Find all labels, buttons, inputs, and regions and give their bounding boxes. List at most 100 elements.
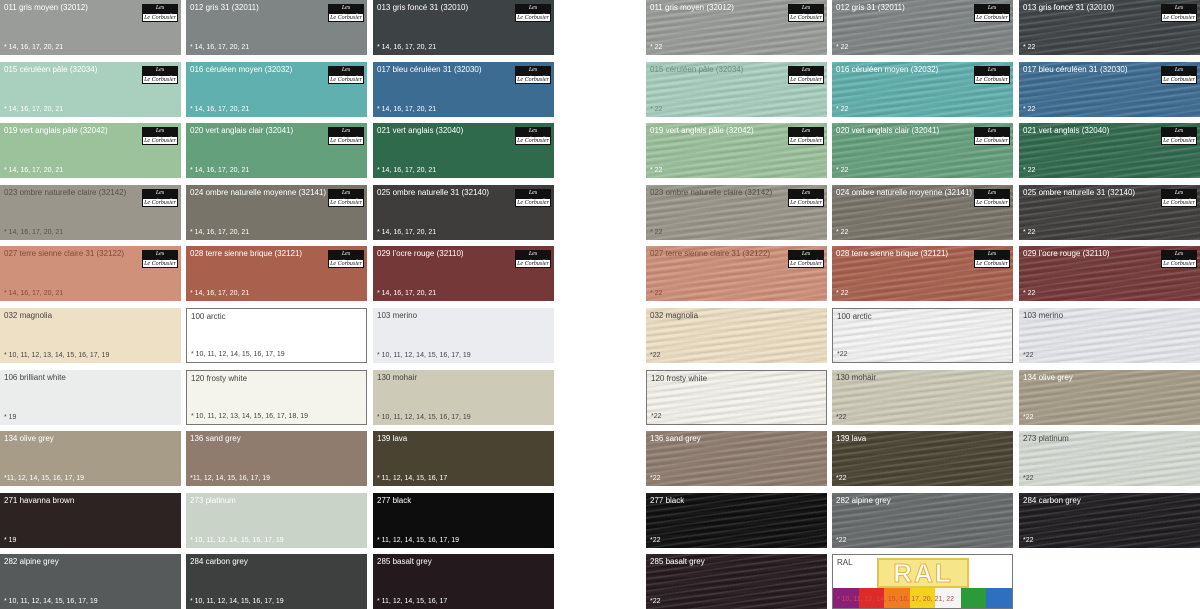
swatch-codes: * 10, 11, 12, 14, 15, 16, 17, 19: [4, 598, 98, 605]
swatch-codes: * 14, 16, 17, 20, 21: [190, 290, 250, 297]
swatch-282-alpine-grey[interactable]: 282 alpine grey * 10, 11, 12, 14, 15, 16,…: [0, 554, 181, 609]
swatch-134-olive-grey[interactable]: 134 olive grey *22: [1019, 370, 1200, 425]
swatch-011-gris-moyen-32012[interactable]: 011 gris moyen (32012) * 22 Les Couleurs®L…: [646, 0, 827, 55]
badge-top: Les Couleurs®: [974, 66, 1010, 82]
swatch-name: 120 frosty white: [651, 374, 708, 383]
swatch-029-l-ocre-rouge-32110[interactable]: 029 l’ocre rouge (32110) * 14, 16, 17, 20…: [373, 246, 554, 301]
badge-bottom: Le Corbusier: [974, 75, 1010, 84]
badge-top: Les Couleurs®: [515, 250, 551, 266]
swatch-codes: *22: [836, 414, 847, 421]
swatch-285-basalt-grey[interactable]: 285 basalt grey *22: [646, 554, 827, 609]
le-corbusier-badge: Les Couleurs®Le Corbusier: [788, 189, 824, 207]
swatch-277-black[interactable]: 277 black * 11, 12, 14, 15, 16, 17, 19: [373, 493, 554, 548]
swatch-codes: * 22: [650, 167, 663, 174]
swatch-name: 106 brilliant white: [4, 373, 66, 382]
swatch-028-terre-sienne-brique-32121[interactable]: 028 terre sienne brique (32121) * 14, 16,…: [186, 246, 367, 301]
swatch-013-gris-fonc-31-32010[interactable]: 013 gris foncé 31 (32010) * 14, 16, 17, 2…: [373, 0, 554, 55]
badge-top: Les Couleurs®: [1161, 189, 1197, 205]
swatch-100-arctic[interactable]: 100 arctic * 10, 11, 12, 14, 15, 16, 17, …: [186, 308, 367, 363]
swatch-024-ombre-naturelle-moyenne-32141[interactable]: 024 ombre naturelle moyenne (32141) * 22 L…: [832, 185, 1013, 240]
swatch-codes: *22: [650, 352, 661, 359]
badge-top: Les Couleurs®: [974, 4, 1010, 20]
swatch-103-merino[interactable]: 103 merino * 10, 11, 12, 14, 15, 16, 17, …: [373, 308, 554, 363]
swatch-012-gris-31-32011[interactable]: 012 gris 31 (32011) * 14, 16, 17, 20, 21 L…: [186, 0, 367, 55]
le-corbusier-badge: Les Couleurs®Le Corbusier: [515, 189, 551, 207]
swatch-ral[interactable]: RAL RAL * 10, 11, 12, 14, 15, 16, 17, 20, …: [832, 554, 1013, 609]
swatch-name: 130 mohair: [377, 373, 418, 382]
swatch-017-bleu-c-rul-en-31-32030[interactable]: 017 bleu céruléen 31 (32030) * 22 Les Coul…: [1019, 62, 1200, 117]
swatch-120-frosty-white[interactable]: 120 frosty white * 10, 11, 12, 13, 14, 15…: [186, 370, 367, 425]
swatch-019-vert-anglais-p-le-32042[interactable]: 019 vert anglais pâle (32042) * 22 Les Cou…: [646, 123, 827, 178]
swatch-032-magnolia[interactable]: 032 magnolia * 10, 11, 12, 13, 14, 15, 16…: [0, 308, 181, 363]
swatch-013-gris-fonc-31-32010[interactable]: 013 gris foncé 31 (32010) * 22 Les Couleur…: [1019, 0, 1200, 55]
swatch-024-ombre-naturelle-moyenne-32141[interactable]: 024 ombre naturelle moyenne (32141) * 14,…: [186, 185, 367, 240]
swatch-130-mohair[interactable]: 130 mohair * 10, 11, 12, 14, 15, 16, 17, …: [373, 370, 554, 425]
swatch-032-magnolia[interactable]: 032 magnolia *22: [646, 308, 827, 363]
swatch-name: 021 vert anglais (32040): [1023, 126, 1110, 135]
swatch-027-terre-sienne-claire-31-32122[interactable]: 027 terre sienne claire 31 (32122) * 14, …: [0, 246, 181, 301]
swatch-015-c-rul-en-p-le-32034[interactable]: 015 céruléen pâle (32034) * 14, 16, 17, 2…: [0, 62, 181, 117]
swatch-name: 019 vert anglais pâle (32042): [650, 126, 754, 135]
swatch-273-platinum[interactable]: 273 platinum *22: [1019, 431, 1200, 486]
swatch-284-carbon-grey[interactable]: 284 carbon grey * 10, 11, 12, 14, 15, 16,…: [186, 554, 367, 609]
swatch-016-c-rul-en-moyen-32032[interactable]: 016 céruléen moyen (32032) * 22 Les Couleu…: [832, 62, 1013, 117]
swatch-103-merino[interactable]: 103 merino *22: [1019, 308, 1200, 363]
ral-logo: RAL: [877, 558, 969, 588]
swatch-codes: * 22: [836, 290, 849, 297]
swatch-136-sand-grey[interactable]: 136 sand grey *11, 12, 14, 15, 16, 17, 19: [186, 431, 367, 486]
swatch-name: 284 carbon grey: [190, 557, 248, 566]
swatch-025-ombre-naturelle-31-32140[interactable]: 025 ombre naturelle 31 (32140) * 14, 16, …: [373, 185, 554, 240]
swatch-016-c-rul-en-moyen-32032[interactable]: 016 céruléen moyen (32032) * 14, 16, 17, …: [186, 62, 367, 117]
swatch-029-l-ocre-rouge-32110[interactable]: 029 l’ocre rouge (32110) * 22 Les Couleurs…: [1019, 246, 1200, 301]
badge-top: Les Couleurs®: [515, 127, 551, 143]
swatch-134-olive-grey[interactable]: 134 olive grey *11, 12, 14, 15, 16, 17, 1…: [0, 431, 181, 486]
swatch-023-ombre-naturelle-claire-32142[interactable]: 023 ombre naturelle claire (32142) * 22 Le…: [646, 185, 827, 240]
swatch-271-havanna-brown[interactable]: 271 havanna brown * 19: [0, 493, 181, 548]
swatch-028-terre-sienne-brique-32121[interactable]: 028 terre sienne brique (32121) * 22 Les C…: [832, 246, 1013, 301]
swatch-011-gris-moyen-32012[interactable]: 011 gris moyen (32012) * 14, 16, 17, 20, …: [0, 0, 181, 55]
swatch-codes: * 22: [1023, 229, 1036, 236]
swatch-codes: * 10, 11, 12, 14, 15, 16, 17, 19: [191, 351, 285, 358]
swatch-282-alpine-grey[interactable]: 282 alpine grey *22: [832, 493, 1013, 548]
swatch-284-carbon-grey[interactable]: 284 carbon grey *22: [1019, 493, 1200, 548]
swatch-025-ombre-naturelle-31-32140[interactable]: 025 ombre naturelle 31 (32140) * 22 Les Co…: [1019, 185, 1200, 240]
swatch-139-lava[interactable]: 139 lava *22: [832, 431, 1013, 486]
badge-top: Les Couleurs®: [142, 66, 178, 82]
swatch-136-sand-grey[interactable]: 136 sand grey *22: [646, 431, 827, 486]
swatch-023-ombre-naturelle-claire-32142[interactable]: 023 ombre naturelle claire (32142) * 14, …: [0, 185, 181, 240]
badge-top: Les Couleurs®: [788, 66, 824, 82]
swatch-codes: * 14, 16, 17, 20, 21: [4, 229, 64, 236]
swatch-012-gris-31-32011[interactable]: 012 gris 31 (32011) * 22 Les Couleurs®Le C…: [832, 0, 1013, 55]
swatch-285-basalt-grey[interactable]: 285 basalt grey * 11, 12, 14, 15, 16, 17: [373, 554, 554, 609]
badge-bottom: Le Corbusier: [1161, 75, 1197, 84]
swatch-027-terre-sienne-claire-31-32122[interactable]: 027 terre sienne claire 31 (32122) * 22 Le…: [646, 246, 827, 301]
swatch-130-mohair[interactable]: 130 mohair *22: [832, 370, 1013, 425]
swatch-codes: * 10, 11, 12, 14, 15, 16, 17, 19: [377, 352, 471, 359]
badge-top: Les Couleurs®: [328, 66, 364, 82]
swatch-name: 100 arctic: [191, 312, 226, 321]
swatch-120-frosty-white[interactable]: 120 frosty white *22: [646, 370, 827, 425]
swatch-name: 015 céruléen pâle (32034): [650, 65, 744, 74]
swatch-019-vert-anglais-p-le-32042[interactable]: 019 vert anglais pâle (32042) * 14, 16, 1…: [0, 123, 181, 178]
swatch-106-brilliant-white[interactable]: 106 brilliant white * 19: [0, 370, 181, 425]
swatch-codes: * 10, 11, 12, 14, 15, 16, 17, 19: [377, 414, 471, 421]
swatch-277-black[interactable]: 277 black *22: [646, 493, 827, 548]
swatch-139-lava[interactable]: 139 lava * 11, 12, 14, 15, 16, 17: [373, 431, 554, 486]
swatch-020-vert-anglais-clair-32041[interactable]: 020 vert anglais clair (32041) * 22 Les Co…: [832, 123, 1013, 178]
le-corbusier-badge: Les Couleurs®Le Corbusier: [142, 66, 178, 84]
swatch-codes: * 22: [1023, 44, 1036, 51]
badge-bottom: Le Corbusier: [788, 75, 824, 84]
swatch-codes: *22: [650, 598, 661, 605]
swatch-017-bleu-c-rul-en-31-32030[interactable]: 017 bleu céruléen 31 (32030) * 14, 16, 17…: [373, 62, 554, 117]
swatch-015-c-rul-en-p-le-32034[interactable]: 015 céruléen pâle (32034) * 22 Les Couleur…: [646, 62, 827, 117]
swatch-273-platinum[interactable]: 273 platinum * 10, 11, 12, 14, 15, 16, 17…: [186, 493, 367, 548]
swatch-name: 277 black: [377, 496, 412, 505]
swatch-name: 023 ombre naturelle claire (32142): [650, 188, 773, 197]
swatch-100-arctic[interactable]: 100 arctic *22: [832, 308, 1013, 363]
badge-bottom: Le Corbusier: [328, 259, 364, 268]
swatch-codes: * 22: [650, 290, 663, 297]
le-corbusier-badge: Les Couleurs®Le Corbusier: [142, 189, 178, 207]
swatch-021-vert-anglais-32040[interactable]: 021 vert anglais (32040) * 22 Les Couleurs…: [1019, 123, 1200, 178]
swatch-020-vert-anglais-clair-32041[interactable]: 020 vert anglais clair (32041) * 14, 16, …: [186, 123, 367, 178]
swatch-021-vert-anglais-32040[interactable]: 021 vert anglais (32040) * 14, 16, 17, 20…: [373, 123, 554, 178]
